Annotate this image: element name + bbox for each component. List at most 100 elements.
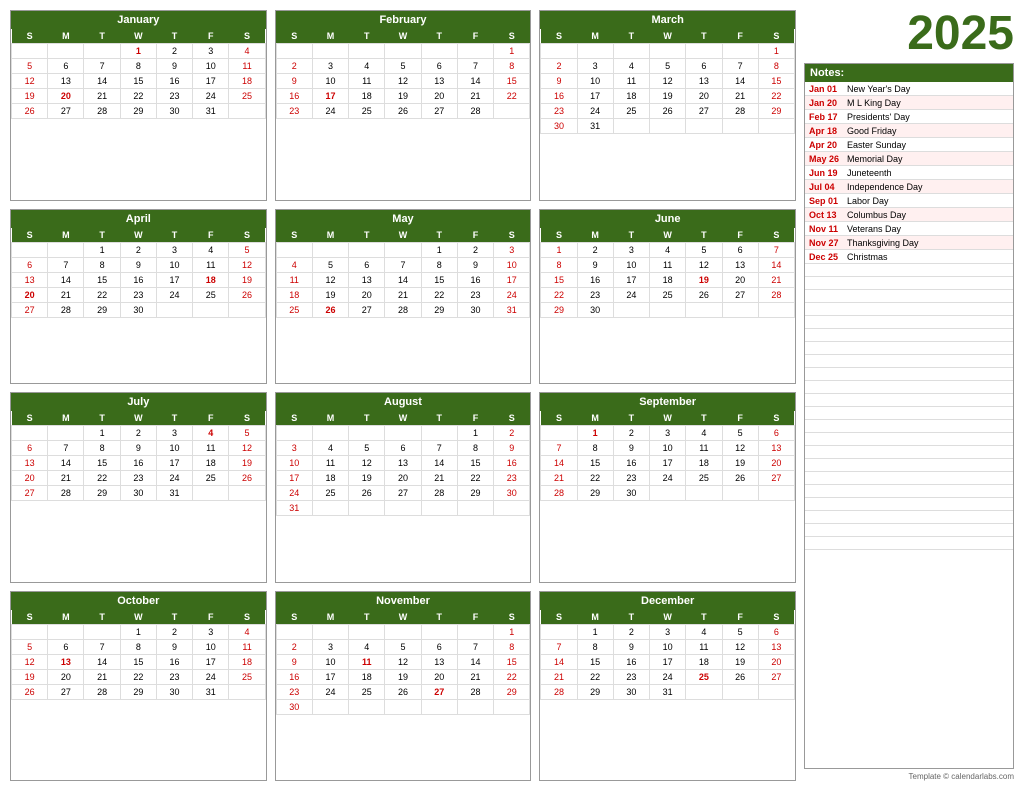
calendar-day	[48, 426, 84, 441]
calendar-day	[758, 302, 794, 317]
month-table-july: SMTWTFS123456789101112131415161718192021…	[11, 411, 266, 501]
calendar-day: 28	[48, 486, 84, 501]
calendar-day: 16	[276, 89, 312, 104]
day-header: T	[613, 228, 649, 243]
month-table-may: SMTWTFS123456789101112131415161718192021…	[276, 228, 531, 318]
day-header: M	[48, 29, 84, 44]
calendar-day: 1	[494, 624, 530, 639]
calendar-day: 11	[686, 441, 722, 456]
month-header-may: May	[276, 210, 531, 228]
day-header: T	[613, 610, 649, 625]
calendar-day: 12	[385, 74, 421, 89]
calendar-day: 19	[385, 669, 421, 684]
day-header: S	[541, 610, 577, 625]
calendar-day: 5	[349, 441, 385, 456]
calendar-day: 14	[541, 456, 577, 471]
calendar-day: 25	[686, 669, 722, 684]
calendar-day: 26	[722, 669, 758, 684]
calendar-day	[722, 486, 758, 501]
calendar-day: 1	[494, 44, 530, 59]
calendar-day: 31	[276, 501, 312, 516]
calendar-day: 28	[84, 684, 120, 699]
day-header: M	[48, 610, 84, 625]
sidebar: 2025 Notes: Jan 01New Year's DayJan 20M …	[804, 10, 1014, 781]
calendar-day: 23	[156, 669, 192, 684]
month-block-november: NovemberSMTWTFS1234567891011121314151617…	[275, 591, 532, 782]
calendar-day: 2	[120, 426, 156, 441]
day-header: M	[48, 411, 84, 426]
calendar-day	[276, 624, 312, 639]
calendar-day	[758, 119, 794, 134]
empty-note-row	[805, 472, 1013, 485]
month-block-july: JulySMTWTFS12345678910111213141516171819…	[10, 392, 267, 583]
calendar-day: 23	[120, 471, 156, 486]
holiday-row: Apr 18Good Friday	[805, 124, 1013, 138]
calendar-day	[349, 501, 385, 516]
calendar-day: 19	[722, 654, 758, 669]
day-header: T	[686, 610, 722, 625]
month-header-march: March	[540, 11, 795, 29]
empty-note-row	[805, 524, 1013, 537]
calendar-day: 22	[577, 471, 613, 486]
calendar-day	[84, 624, 120, 639]
calendar-day	[385, 426, 421, 441]
calendar-day: 11	[349, 654, 385, 669]
calendar-day: 10	[613, 257, 649, 272]
calendar-day	[229, 104, 265, 119]
calendar-day: 9	[577, 257, 613, 272]
calendar-day: 25	[193, 287, 229, 302]
calendar-day: 21	[421, 471, 457, 486]
calendar-day: 19	[12, 89, 48, 104]
empty-note-row	[805, 316, 1013, 329]
calendar-day: 8	[577, 639, 613, 654]
day-header: F	[457, 29, 493, 44]
day-header: W	[120, 411, 156, 426]
calendar-day	[421, 699, 457, 714]
calendar-day: 6	[758, 624, 794, 639]
calendar-day	[385, 624, 421, 639]
calendar-day: 2	[276, 639, 312, 654]
calendar-day: 23	[577, 287, 613, 302]
calendar-day	[156, 302, 192, 317]
calendar-day	[349, 44, 385, 59]
calendar-day: 24	[312, 104, 348, 119]
calendar-day	[276, 426, 312, 441]
holiday-name: Presidents' Day	[847, 112, 910, 122]
calendar-day: 29	[421, 302, 457, 317]
day-header: S	[494, 610, 530, 625]
calendar-day: 29	[494, 684, 530, 699]
empty-rows	[805, 264, 1013, 550]
calendar-day	[276, 242, 312, 257]
calendar-day: 1	[457, 426, 493, 441]
calendar-day: 8	[577, 441, 613, 456]
calendar-day: 29	[120, 684, 156, 699]
calendar-day: 22	[494, 669, 530, 684]
calendar-day: 28	[48, 302, 84, 317]
calendar-day	[722, 119, 758, 134]
calendar-day: 23	[457, 287, 493, 302]
calendar-day	[758, 486, 794, 501]
holiday-row: Nov 27Thanksgiving Day	[805, 236, 1013, 250]
calendar-day: 29	[541, 302, 577, 317]
calendar-day: 10	[312, 654, 348, 669]
calendar-day: 24	[613, 287, 649, 302]
calendar-day: 26	[312, 302, 348, 317]
calendar-day	[457, 501, 493, 516]
day-header: T	[421, 29, 457, 44]
calendar-day: 28	[722, 104, 758, 119]
holiday-row: Feb 17Presidents' Day	[805, 110, 1013, 124]
calendar-day: 18	[276, 287, 312, 302]
calendar-day: 2	[613, 426, 649, 441]
calendar-day: 28	[541, 486, 577, 501]
calendar-day: 11	[229, 639, 265, 654]
day-header: T	[156, 29, 192, 44]
day-header: W	[650, 29, 686, 44]
holiday-name: Columbus Day	[847, 210, 906, 220]
calendar-day: 5	[722, 426, 758, 441]
holiday-name: New Year's Day	[847, 84, 910, 94]
calendar-day: 4	[193, 242, 229, 257]
day-header: S	[276, 411, 312, 426]
day-header: T	[613, 29, 649, 44]
month-header-january: January	[11, 11, 266, 29]
calendar-day: 19	[312, 287, 348, 302]
